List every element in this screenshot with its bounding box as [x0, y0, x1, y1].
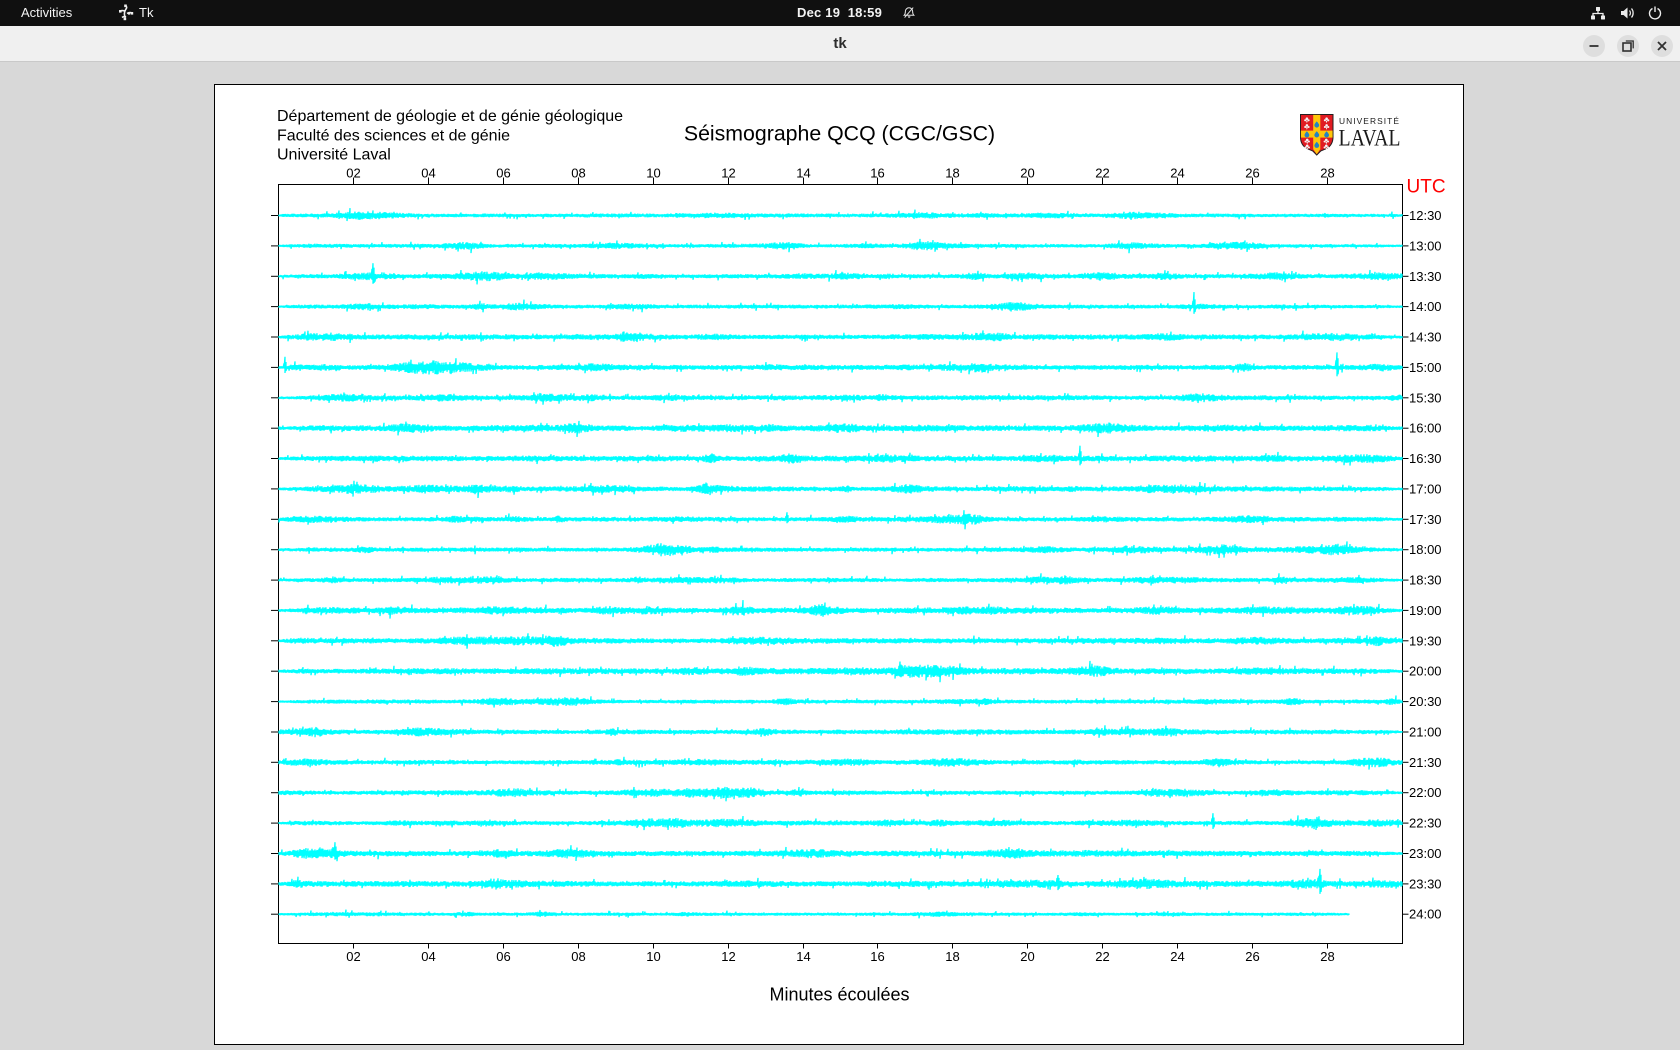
svg-text:12: 12 — [721, 949, 735, 964]
svg-text:08: 08 — [571, 166, 585, 181]
svg-text:24:00: 24:00 — [1409, 907, 1442, 922]
svg-text:10: 10 — [646, 166, 660, 181]
svg-text:20: 20 — [1020, 949, 1034, 964]
svg-text:16:00: 16:00 — [1409, 421, 1442, 436]
svg-text:14:30: 14:30 — [1409, 330, 1442, 345]
svg-text:28: 28 — [1320, 949, 1334, 964]
svg-text:Université Laval: Université Laval — [277, 147, 391, 164]
svg-text:06: 06 — [496, 949, 510, 964]
svg-text:18: 18 — [945, 949, 959, 964]
svg-text:18:30: 18:30 — [1409, 573, 1442, 588]
svg-text:UTC: UTC — [1407, 177, 1446, 198]
svg-text:08: 08 — [571, 949, 585, 964]
svg-text:13:30: 13:30 — [1409, 269, 1442, 284]
svg-text:26: 26 — [1245, 166, 1259, 181]
svg-text:21:00: 21:00 — [1409, 725, 1442, 740]
svg-text:22:30: 22:30 — [1409, 816, 1442, 831]
svg-text:24: 24 — [1170, 166, 1184, 181]
svg-text:02: 02 — [346, 949, 360, 964]
svg-text:19:30: 19:30 — [1409, 633, 1442, 648]
svg-text:04: 04 — [421, 949, 435, 964]
svg-text:20:30: 20:30 — [1409, 694, 1442, 709]
svg-text:23:30: 23:30 — [1409, 876, 1442, 891]
svg-text:LAVAL: LAVAL — [1339, 125, 1401, 151]
svg-text:24: 24 — [1170, 949, 1184, 964]
svg-text:06: 06 — [496, 166, 510, 181]
svg-text:Minutes écoulées: Minutes écoulées — [769, 985, 909, 1005]
svg-text:Faculté des sciences et de gén: Faculté des sciences et de génie — [277, 128, 510, 145]
svg-text:22: 22 — [1095, 166, 1109, 181]
svg-text:14:00: 14:00 — [1409, 299, 1442, 314]
svg-text:16:30: 16:30 — [1409, 451, 1442, 466]
svg-text:28: 28 — [1320, 166, 1334, 181]
svg-text:26: 26 — [1245, 949, 1259, 964]
svg-text:Séismographe QCQ (CGC/GSC): Séismographe QCQ (CGC/GSC) — [684, 121, 995, 145]
svg-text:22: 22 — [1095, 949, 1109, 964]
svg-text:10: 10 — [646, 949, 660, 964]
svg-text:17:30: 17:30 — [1409, 512, 1442, 527]
svg-text:14: 14 — [796, 949, 810, 964]
svg-text:16: 16 — [870, 949, 884, 964]
svg-text:12:30: 12:30 — [1409, 208, 1442, 223]
svg-text:22:00: 22:00 — [1409, 785, 1442, 800]
svg-text:15:00: 15:00 — [1409, 360, 1442, 375]
svg-text:14: 14 — [796, 166, 810, 181]
svg-text:17:00: 17:00 — [1409, 481, 1442, 496]
svg-text:18:00: 18:00 — [1409, 542, 1442, 557]
svg-text:15:30: 15:30 — [1409, 390, 1442, 405]
svg-text:23:00: 23:00 — [1409, 846, 1442, 861]
svg-text:13:00: 13:00 — [1409, 238, 1442, 253]
svg-text:Département de géologie et de: Département de géologie et de génie géol… — [277, 108, 623, 125]
svg-text:20: 20 — [1020, 166, 1034, 181]
svg-text:04: 04 — [421, 166, 435, 181]
svg-text:18: 18 — [945, 166, 959, 181]
svg-text:16: 16 — [870, 166, 884, 181]
svg-text:20:00: 20:00 — [1409, 664, 1442, 679]
svg-text:21:30: 21:30 — [1409, 755, 1442, 770]
svg-text:19:00: 19:00 — [1409, 603, 1442, 618]
svg-text:12: 12 — [721, 166, 735, 181]
svg-text:02: 02 — [346, 166, 360, 181]
